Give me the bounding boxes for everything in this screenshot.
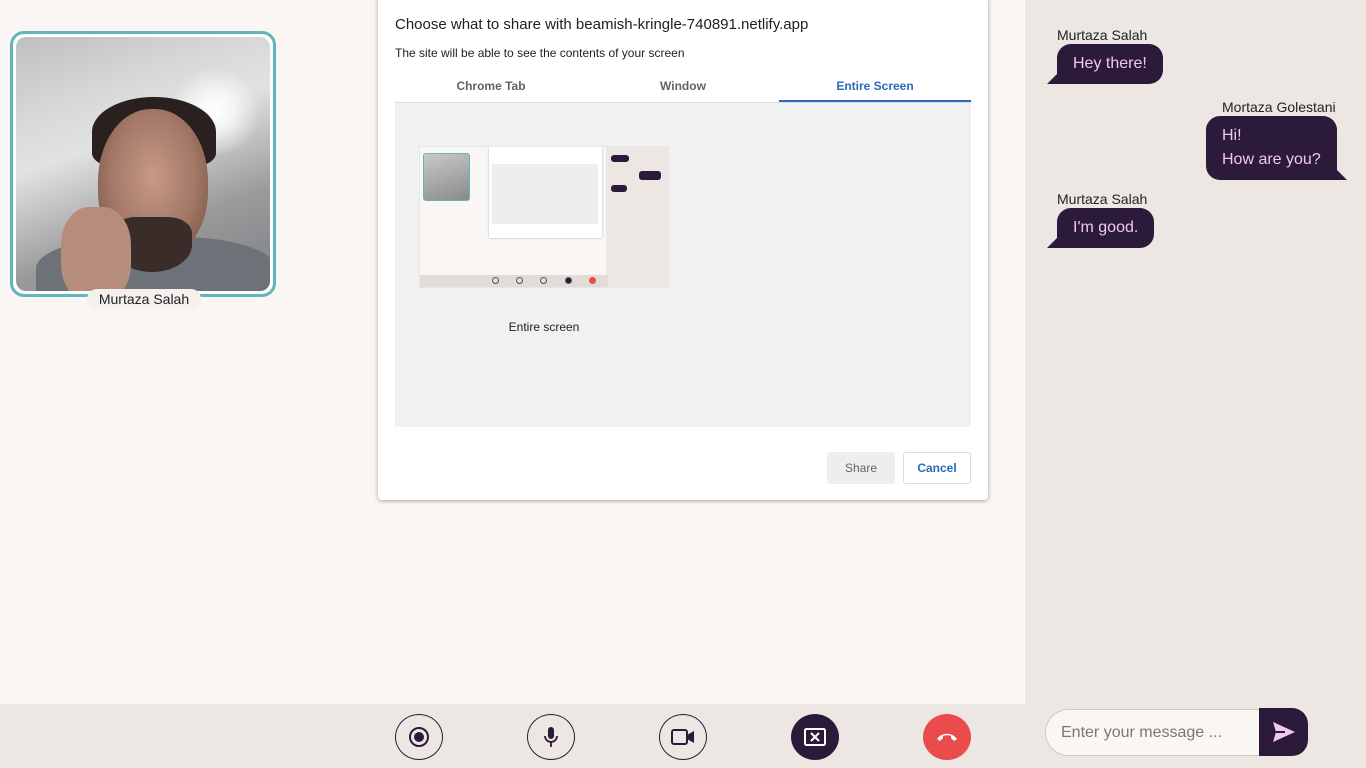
chat-message-line: Hi! xyxy=(1222,127,1242,144)
message-input[interactable] xyxy=(1045,709,1261,756)
send-icon xyxy=(1272,722,1295,742)
tab-chrome-tab[interactable]: Chrome Tab xyxy=(395,70,587,102)
share-source-tabs: Chrome Tab Window Entire Screen xyxy=(395,70,971,103)
dialog-subtitle: The site will be able to see the content… xyxy=(395,46,685,60)
call-control-bar xyxy=(0,704,1025,768)
chat-message: Hi! How are you? xyxy=(1206,116,1347,180)
entire-screen-thumbnail[interactable] xyxy=(419,146,669,288)
video-feed xyxy=(16,37,270,291)
mic-icon xyxy=(544,727,558,747)
screen-share-dialog: Choose what to share with beamish-kringl… xyxy=(378,0,988,500)
local-video-tile: Murtaza Salah xyxy=(10,31,276,309)
cancel-button[interactable]: Cancel xyxy=(903,452,971,484)
video-camera-icon xyxy=(671,729,694,745)
message-sender: Murtaza Salah xyxy=(1057,27,1148,43)
record-icon xyxy=(409,727,429,747)
dialog-title: Choose what to share with beamish-kringl… xyxy=(395,16,809,33)
stop-share-button[interactable] xyxy=(791,714,839,760)
chat-panel: Murtaza Salah Hey there! Mortaza Golesta… xyxy=(1025,0,1366,768)
record-button[interactable] xyxy=(395,714,443,760)
message-sender: Murtaza Salah xyxy=(1057,191,1148,207)
chat-message: I'm good. xyxy=(1046,208,1155,248)
send-button[interactable] xyxy=(1259,708,1308,756)
source-preview-area: Entire screen xyxy=(395,103,971,427)
mic-button[interactable] xyxy=(527,714,575,760)
participant-name-tag: Murtaza Salah xyxy=(87,289,201,309)
share-button[interactable]: Share xyxy=(827,452,895,484)
camera-button[interactable] xyxy=(659,714,707,760)
chat-message-line: How are you? xyxy=(1222,151,1321,168)
entire-screen-label: Entire screen xyxy=(508,320,580,334)
tab-entire-screen[interactable]: Entire Screen xyxy=(779,70,971,102)
end-call-button[interactable] xyxy=(923,714,971,760)
tab-window[interactable]: Window xyxy=(587,70,779,102)
chat-message: Hey there! xyxy=(1047,44,1163,84)
stop-screen-share-icon xyxy=(804,728,826,746)
phone-hangup-icon xyxy=(937,733,957,741)
message-sender: Mortaza Golestani xyxy=(1222,99,1336,115)
